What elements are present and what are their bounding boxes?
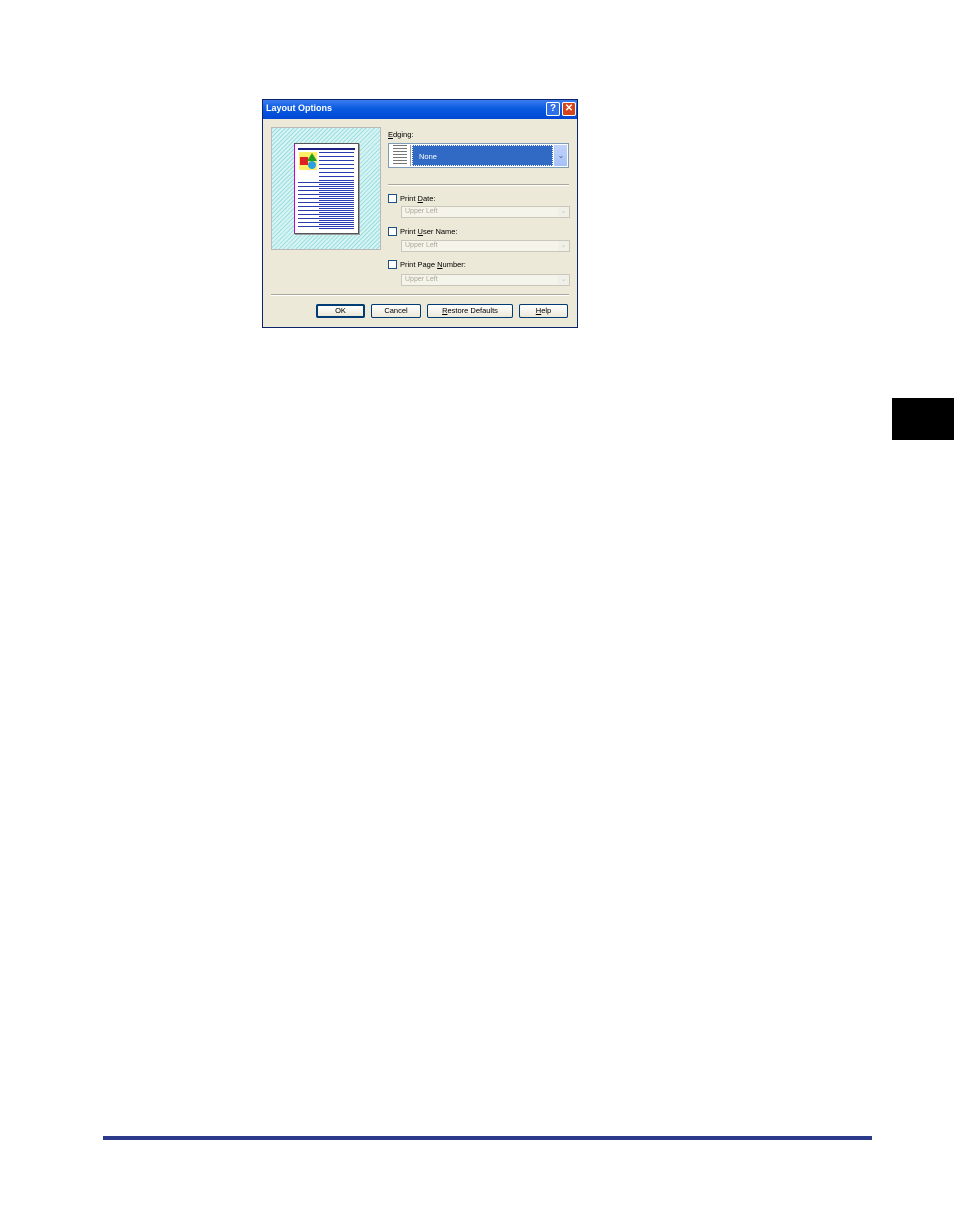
cancel-button[interactable]: Cancel: [371, 304, 421, 318]
print-user-name-checkbox[interactable]: [388, 227, 397, 236]
shapes-graphic-icon: [299, 152, 317, 170]
ok-button[interactable]: OK: [316, 304, 365, 318]
dialog-title: Layout Options: [266, 103, 332, 113]
separator: [388, 184, 569, 186]
close-icon[interactable]: ✕: [562, 102, 576, 116]
footer-rule: [103, 1136, 872, 1140]
help-icon[interactable]: ?: [546, 102, 560, 116]
chevron-down-icon: ⌄: [558, 275, 569, 285]
edging-preview-icon: [390, 145, 411, 166]
chevron-down-icon[interactable]: ⌄: [554, 145, 567, 166]
chapter-tab: [892, 398, 954, 440]
green-triangle-icon: [307, 153, 317, 161]
edging-label: Edging:: [388, 130, 414, 139]
preview-page: [294, 143, 359, 234]
print-date-label: Print Date:: [400, 194, 436, 203]
button-separator: [271, 294, 569, 296]
edging-line: [294, 144, 295, 233]
text-lines-lower: [298, 182, 354, 229]
restore-defaults-button[interactable]: Restore Defaults: [427, 304, 513, 318]
print-page-number-position-select[interactable]: Upper Left ⌄: [401, 274, 570, 286]
print-date-checkbox[interactable]: [388, 194, 397, 203]
print-date-position-select[interactable]: Upper Left ⌄: [401, 206, 570, 218]
title-bar[interactable]: Layout Options ? ✕: [263, 100, 577, 119]
print-page-number-checkbox[interactable]: [388, 260, 397, 269]
layout-options-dialog: Layout Options ? ✕ Edging: None ⌄ Print …: [262, 99, 578, 328]
print-page-number-label: Print Page Number:: [400, 260, 466, 269]
edging-selected-value: None: [412, 145, 553, 166]
blue-circle-icon: [308, 161, 316, 169]
help-button[interactable]: Help: [519, 304, 568, 318]
chevron-down-icon: ⌄: [558, 241, 569, 251]
header-bar: [298, 148, 355, 150]
layout-preview: [271, 127, 381, 250]
chevron-down-icon: ⌄: [558, 207, 569, 217]
print-user-name-position-select[interactable]: Upper Left ⌄: [401, 240, 570, 252]
print-user-name-label: Print User Name:: [400, 227, 458, 236]
edging-select[interactable]: None ⌄: [388, 143, 569, 168]
